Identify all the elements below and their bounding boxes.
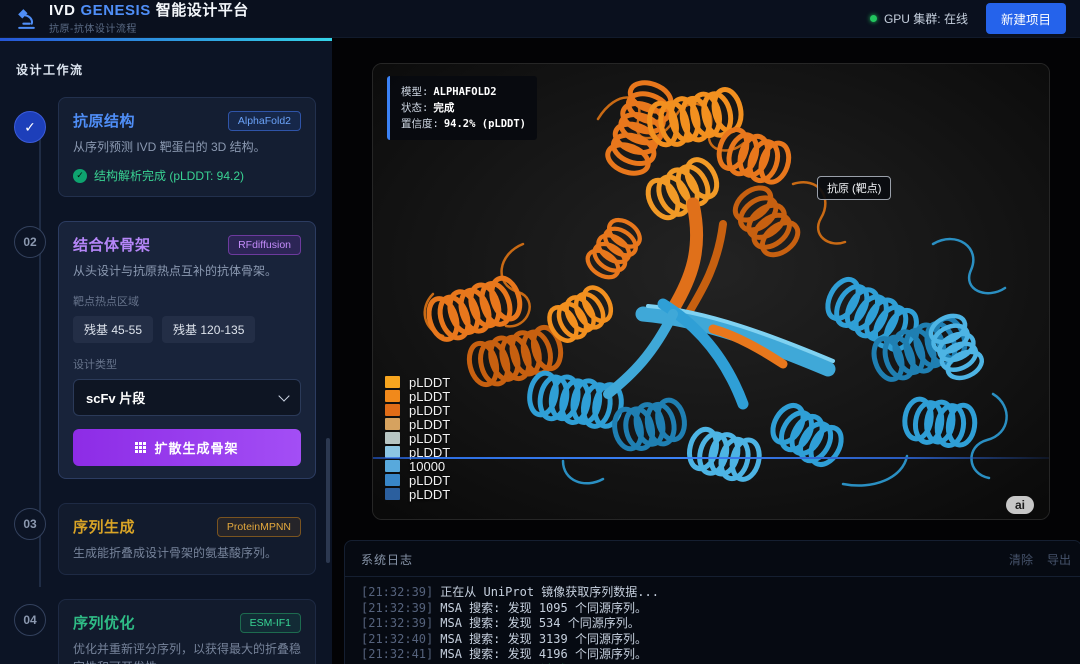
log-line: [21:32:39]MSA 搜索: 发现 534 个同源序列。 [361,616,1065,632]
workflow-sidebar: 设计工作流 ✓ 抗原结构 AlphaFold2 从序列预测 IVD 靶蛋白的 3… [0,38,332,664]
residue-chip-45-55: 残基 45-55 [73,316,153,343]
new-project-button[interactable]: 新建项目 [986,3,1066,34]
info-status-row: 状态:完成 [401,100,526,116]
legend-swatch [385,474,400,486]
chevron-down-icon [278,390,289,401]
main-content: 模型:ALPHAFOLD2 状态:完成 置信度:94.2% (pLDDT) 抗原… [332,38,1080,664]
microscope-icon [14,6,39,31]
app-title: IVD GENESIS 智能设计平台 [49,3,249,18]
step3-card-sequence-generation[interactable]: 序列生成 ProteinMPNN 生成能折叠成设计骨架的氨基酸序列。 [58,503,316,575]
legend-row: pLDDT [385,375,450,389]
antigen-target-tag: 抗原 (靶点) [817,176,891,200]
log-line: [21:32:39]正在从 UniProt 镜像获取序列数据... [361,585,1065,601]
log-clear-button[interactable]: 清除 [1009,551,1033,568]
log-line: [21:32:41]MSA 搜索: 发现 4196 个同源序列。 [361,647,1065,663]
step1-status: ✓ 结构解析完成 (pLDDT: 94.2) [73,167,301,184]
step3-title: 序列生成 [73,516,135,537]
workflow-step-optimize: 04 序列优化 ESM-IF1 优化并重新评分序列，以获得最大的折叠稳定性和可开… [14,599,316,664]
ai-watermark: ai [1006,496,1034,514]
legend-row: pLDDT [385,473,450,487]
plddt-legend: pLDDT pLDDT pLDDT pLDDT pLDDT pLDDT 1000… [385,375,450,501]
design-type-select[interactable]: scFv 片段 [73,379,301,416]
design-type-label: 设计类型 [73,356,301,372]
step4-description: 优化并重新评分序列，以获得最大的折叠稳定性和可开发性。 [73,640,301,664]
sidebar-title: 设计工作流 [16,61,316,78]
legend-row: pLDDT [385,417,450,431]
gpu-status: GPU 集群: 在线 [870,10,968,27]
structure-viewer-panel: 模型:ALPHAFOLD2 状态:完成 置信度:94.2% (pLDDT) 抗原… [372,63,1050,520]
grid-icon [135,442,146,453]
app-subtitle: 抗原-抗体设计流程 [49,20,249,35]
step4-card-sequence-optimization[interactable]: 序列优化 ESM-IF1 优化并重新评分序列，以获得最大的折叠稳定性和可开发性。 [58,599,316,664]
brand-prefix: IVD [49,2,76,19]
step3-description: 生成能折叠成设计骨架的氨基酸序列。 [73,544,301,562]
legend-row: pLDDT [385,431,450,445]
app-header: IVD GENESIS 智能设计平台 抗原-抗体设计流程 GPU 集群: 在线 新建… [0,0,1080,38]
diffuse-generate-button[interactable]: 扩散生成骨架 [73,429,301,466]
brand-suffix: 智能设计平台 [156,2,249,19]
log-line: [21:32:40]MSA 搜索: 发现 3139 个同源序列。 [361,632,1065,648]
step2-description: 从头设计与抗原热点互补的抗体骨架。 [73,262,301,280]
legend-swatch [385,488,400,500]
step4-model-badge: ESM-IF1 [240,613,301,633]
workflow-step-binder: 02 结合体骨架 RFdiffusion 从头设计与抗原热点互补的抗体骨架。 靶… [14,221,316,503]
step2-card-binder-scaffold[interactable]: 结合体骨架 RFdiffusion 从头设计与抗原热点互补的抗体骨架。 靶点热点… [58,221,316,479]
sidebar-scrollbar[interactable] [326,438,330,563]
log-title: 系统日志 [361,551,413,568]
log-lines: [21:32:39]正在从 UniProt 镜像获取序列数据... [21:32… [345,577,1080,664]
brand-block: IVD GENESIS 智能设计平台 抗原-抗体设计流程 [49,3,249,35]
legend-row: pLDDT [385,403,450,417]
log-export-button[interactable]: 导出 [1047,551,1071,568]
step2-title: 结合体骨架 [73,234,151,255]
legend-swatch [385,404,400,416]
scan-line [373,457,1049,459]
hotspot-region-label: 靶点热点区域 [73,293,301,309]
legend-swatch [385,390,400,402]
legend-swatch [385,432,400,444]
step4-title: 序列优化 [73,612,135,633]
workflow-step-sequence: 03 序列生成 ProteinMPNN 生成能折叠成设计骨架的氨基酸序列。 [14,503,316,599]
residue-chip-120-135: 残基 120-135 [162,316,255,343]
diffuse-generate-label: 扩散生成骨架 [154,438,238,457]
legend-row: 10000 [385,459,450,473]
info-model-row: 模型:ALPHAFOLD2 [401,84,526,100]
design-type-value: scFv 片段 [86,388,145,407]
info-confidence-row: 置信度:94.2% (pLDDT) [401,116,526,132]
gpu-status-label: GPU 集群: 在线 [884,10,968,27]
step1-status-text: 结构解析完成 (pLDDT: 94.2) [94,167,244,184]
log-line: [21:32:39]MSA 搜索: 发现 1095 个同源序列。 [361,601,1065,617]
step1-check-icon: ✓ [14,111,46,143]
success-check-icon: ✓ [73,169,87,183]
legend-swatch [385,376,400,388]
legend-swatch [385,418,400,430]
model-info-overlay: 模型:ALPHAFOLD2 状态:完成 置信度:94.2% (pLDDT) [387,76,537,140]
system-log-panel: 系统日志 清除 导出 [21:32:39]正在从 UniProt 镜像获取序列数… [344,540,1080,664]
legend-row: pLDDT [385,389,450,403]
hotspot-chips: 残基 45-55 残基 120-135 [73,316,301,343]
step4-number: 04 [14,604,46,636]
legend-swatch [385,460,400,472]
step1-title: 抗原结构 [73,110,135,131]
legend-row: pLDDT [385,487,450,501]
online-dot-icon [870,15,877,22]
step1-description: 从序列预测 IVD 靶蛋白的 3D 结构。 [73,138,301,156]
brand-accent: GENESIS [81,2,151,19]
step2-number: 02 [14,226,46,258]
step2-model-badge: RFdiffusion [228,235,301,255]
workflow-timeline: ✓ 抗原结构 AlphaFold2 从序列预测 IVD 靶蛋白的 3D 结构。 … [14,97,316,664]
step3-model-badge: ProteinMPNN [217,517,301,537]
step1-model-badge: AlphaFold2 [228,111,301,131]
step1-card-antigen-structure[interactable]: 抗原结构 AlphaFold2 从序列预测 IVD 靶蛋白的 3D 结构。 ✓ … [58,97,316,197]
step3-number: 03 [14,508,46,540]
workflow-step-antigen: ✓ 抗原结构 AlphaFold2 从序列预测 IVD 靶蛋白的 3D 结构。 … [14,97,316,221]
